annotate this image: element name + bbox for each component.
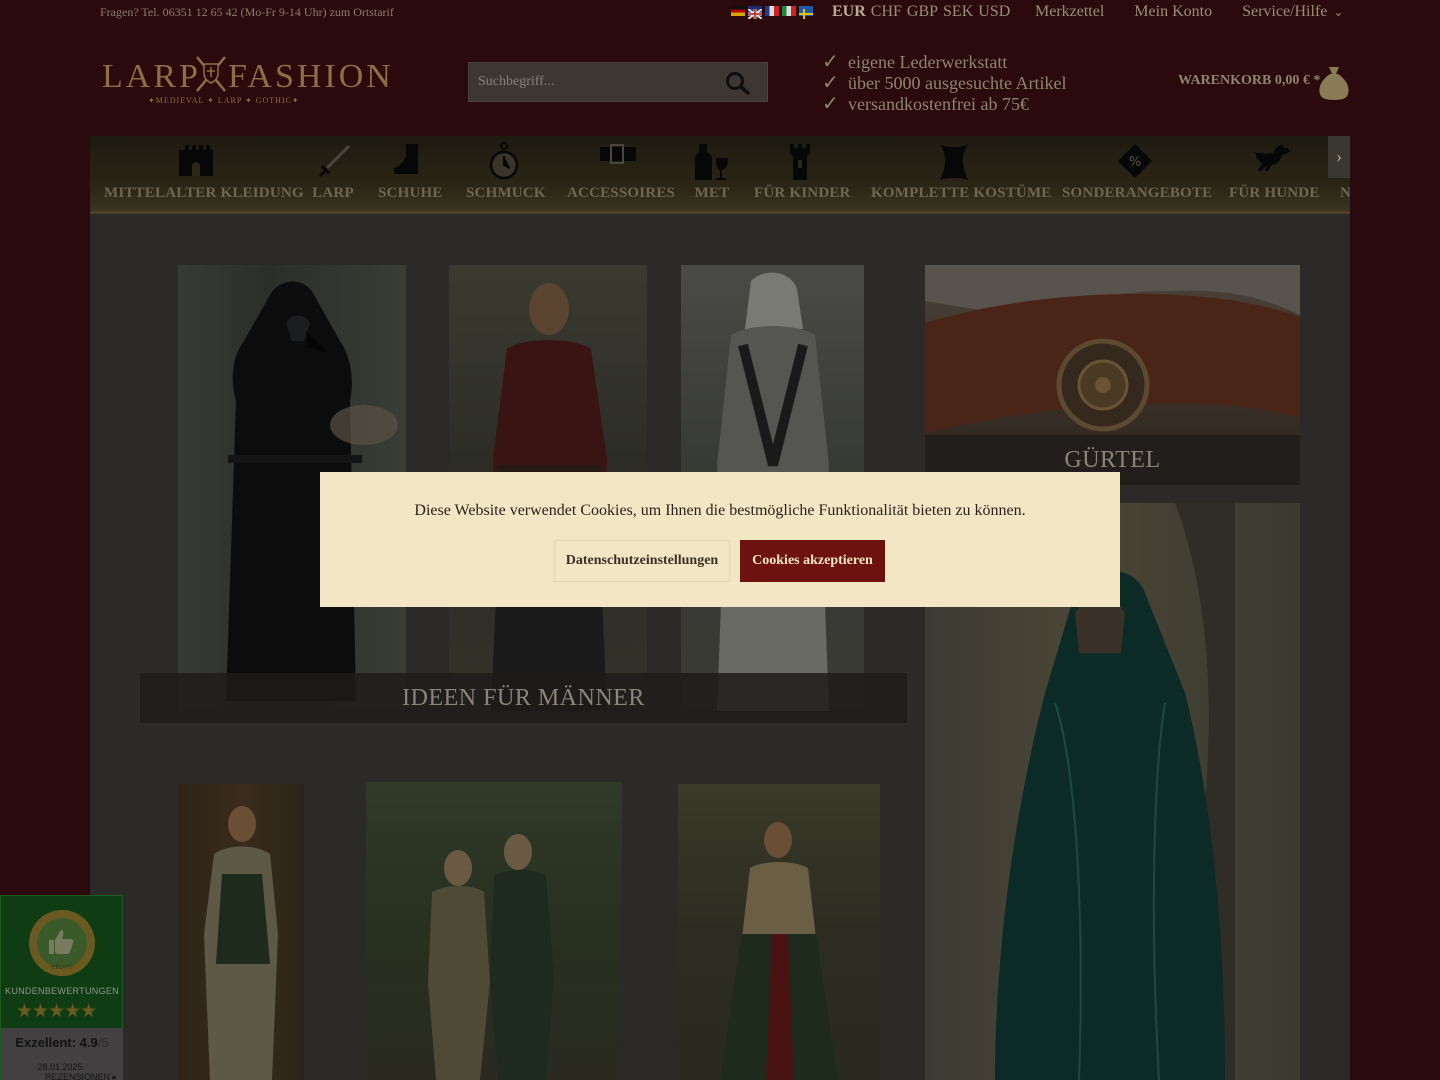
product-photo-woman-3[interactable] bbox=[678, 784, 880, 1080]
usp-text: eigene Lederwerkstatt bbox=[848, 52, 1008, 72]
medieval-woman-figure-image bbox=[204, 806, 278, 1080]
ekomi-seal-icon: eKomi bbox=[29, 910, 95, 976]
nav-label: LARP bbox=[312, 185, 354, 201]
pocket-watch-icon bbox=[489, 142, 519, 180]
currency-eur[interactable]: EUR bbox=[832, 3, 866, 21]
checkmark-icon: ✓ bbox=[822, 93, 839, 115]
nav-label: SONDERANGEBOTE bbox=[1062, 185, 1213, 201]
it-flag-icon[interactable] bbox=[782, 6, 796, 16]
nav-item-met[interactable]: MET bbox=[694, 136, 730, 211]
score-scale: /5 bbox=[97, 1035, 109, 1050]
usp-item: ✓ versandkostenfrei ab 75€ bbox=[822, 94, 1066, 115]
chevron-right-icon: › bbox=[1336, 146, 1342, 166]
uk-flag-icon[interactable] bbox=[747, 6, 763, 20]
nav-item-accessoires[interactable]: ACCESSOIRES bbox=[567, 136, 676, 211]
nav-item-mittelalter-kleidung[interactable]: MITTELALTER KLEIDUNG bbox=[104, 136, 304, 211]
cart-label: WARENKORB 0,00 € * bbox=[1178, 73, 1321, 88]
wishlist-link[interactable]: Merkzettel bbox=[1035, 3, 1104, 21]
privacy-settings-button[interactable]: Datenschutzeinstellungen bbox=[554, 540, 730, 582]
trust-date: 28.01.2025 bbox=[37, 1062, 83, 1072]
nav-label: SCHUHE bbox=[378, 185, 443, 201]
sword-icon bbox=[318, 145, 350, 178]
product-photo-woman-1[interactable] bbox=[178, 784, 304, 1080]
search-input[interactable] bbox=[469, 63, 719, 101]
nav-item-schmuck[interactable]: SCHMUCK bbox=[466, 136, 546, 211]
crossed-swords-crest-icon bbox=[196, 56, 226, 92]
search-icon[interactable] bbox=[725, 71, 751, 95]
percent-tag-icon: % bbox=[1117, 144, 1152, 178]
de-flag-icon[interactable] bbox=[731, 6, 745, 16]
svg-text:%: % bbox=[1128, 155, 1140, 170]
service-menu[interactable]: Service/Hilfe ⌄ bbox=[1242, 3, 1343, 21]
currency-gbp[interactable]: GBP bbox=[907, 3, 938, 21]
cart-button[interactable]: WARENKORB 0,00 € * bbox=[1178, 65, 1350, 101]
accept-cookies-button[interactable]: Cookies akzeptieren bbox=[740, 540, 885, 582]
five-stars-icon: ★★★★★ bbox=[16, 1001, 97, 1022]
tower-icon bbox=[790, 144, 810, 180]
cookie-consent-dialog: Diese Website verwendet Cookies, um Ihne… bbox=[320, 472, 1120, 607]
trust-badge-title: KUNDENBEWERTUNGEN bbox=[5, 986, 119, 996]
currency-switcher: EUR CHF GBP SEK USD bbox=[832, 3, 1010, 21]
elven-pair-figure-image bbox=[428, 834, 554, 1080]
svg-text:eKomi: eKomi bbox=[51, 963, 73, 971]
fr-flag-icon[interactable] bbox=[765, 6, 779, 16]
score-label: Exzellent: 4.9 bbox=[15, 1035, 98, 1050]
currency-usd[interactable]: USD bbox=[978, 3, 1010, 21]
usp-item: ✓ eigene Lederwerkstatt bbox=[822, 52, 1066, 73]
nav-label: FÜR KINDER bbox=[754, 185, 851, 201]
language-flags bbox=[731, 6, 813, 20]
content-area: IDEEN FÜR MÄNNER GÜRTEL bbox=[90, 214, 1350, 1080]
ekomi-trust-badge[interactable]: eKomi KUNDENBEWERTUNGEN ★★★★★ Exzellent:… bbox=[0, 895, 123, 1080]
service-link-label: Service/Hilfe bbox=[1242, 3, 1328, 20]
nav-item-fuer-hunde[interactable]: FÜR HUNDE bbox=[1229, 136, 1320, 211]
boot-icon bbox=[394, 144, 418, 174]
reviews-link[interactable]: REZENSIONEN ▸ bbox=[1, 1072, 123, 1080]
currency-chf[interactable]: CHF bbox=[871, 3, 902, 21]
nav-label: MITTELALTER KLEIDUNG bbox=[104, 185, 304, 201]
nav-item-larp[interactable]: LARP bbox=[312, 136, 354, 211]
product-photo-elven-pair[interactable] bbox=[366, 782, 622, 1080]
belt-icon bbox=[600, 144, 636, 164]
usp-list: ✓ eigene Lederwerkstatt ✓ über 5000 ausges… bbox=[822, 52, 1066, 115]
main-navigation: MITTELALTER KLEIDUNG LARP SCHUHE SCHMUCK… bbox=[90, 136, 1350, 214]
support-phone-text: Fragen? Tel. 06351 12 65 42 (Mo-Fr 9-14 … bbox=[100, 5, 394, 19]
logo-tagline: ✦MEDIEVAL ✦ LARP ✦ GOTHIC✦ bbox=[148, 96, 300, 105]
nav-label: ACCESSOIRES bbox=[567, 185, 676, 201]
logo-word-larp: LARP bbox=[102, 58, 201, 95]
corset-icon bbox=[940, 144, 968, 180]
nav-item-schuhe[interactable]: SCHUHE bbox=[378, 136, 443, 211]
dog-icon bbox=[1253, 144, 1290, 171]
checkmark-icon: ✓ bbox=[822, 51, 839, 73]
nav-label: MET bbox=[694, 185, 730, 201]
account-link[interactable]: Mein Konto bbox=[1134, 3, 1212, 21]
castle-icon bbox=[178, 145, 213, 176]
se-flag-icon[interactable] bbox=[799, 6, 813, 19]
nav-item-fuer-kinder[interactable]: FÜR KINDER bbox=[754, 136, 851, 211]
trust-score-panel: Exzellent: 4.9/5 28.01.2025 REZENSIONEN … bbox=[1, 1028, 123, 1080]
nav-item-sonderangebote[interactable]: % SONDERANGEBOTE bbox=[1062, 136, 1213, 211]
nav-label: SCHMUCK bbox=[466, 185, 546, 201]
nav-item-komplette-kostueme[interactable]: KOMPLETTE KOSTÜME bbox=[871, 136, 1052, 211]
checkmark-icon: ✓ bbox=[822, 72, 839, 94]
usp-item: ✓ über 5000 ausgesuchte Artikel bbox=[822, 73, 1066, 94]
peasant-woman-figure-image bbox=[720, 822, 838, 1080]
chevron-down-icon: ⌄ bbox=[1333, 5, 1344, 19]
site-logo[interactable]: LARP FASHION ✦MEDIEVAL ✦ LARP ✦ GOTHIC✦ bbox=[100, 52, 400, 110]
nav-scroll-right-button[interactable]: › bbox=[1328, 136, 1350, 178]
top-bar: Fragen? Tel. 06351 12 65 42 (Mo-Fr 9-14 … bbox=[0, 0, 1440, 26]
money-bag-icon bbox=[1319, 67, 1349, 100]
category-caption-men[interactable]: IDEEN FÜR MÄNNER bbox=[140, 673, 907, 723]
top-links: Merkzettel Mein Konto Service/Hilfe ⌄ bbox=[1035, 3, 1343, 21]
logo-word-fashion: FASHION bbox=[228, 58, 394, 95]
cookie-message: Diese Website verwendet Cookies, um Ihne… bbox=[414, 502, 1026, 519]
nav-label: KOMPLETTE KOSTÜME bbox=[871, 185, 1052, 201]
usp-text: versandkostenfrei ab 75€ bbox=[848, 94, 1029, 114]
search-box bbox=[468, 62, 768, 102]
currency-sek[interactable]: SEK bbox=[943, 3, 973, 21]
usp-text: über 5000 ausgesuchte Artikel bbox=[848, 73, 1067, 93]
nav-label: N bbox=[1340, 185, 1350, 201]
mead-bottle-icon bbox=[695, 144, 728, 180]
nav-label: FÜR HUNDE bbox=[1229, 185, 1320, 201]
trust-score: Exzellent: 4.9/5 bbox=[1, 1035, 123, 1050]
